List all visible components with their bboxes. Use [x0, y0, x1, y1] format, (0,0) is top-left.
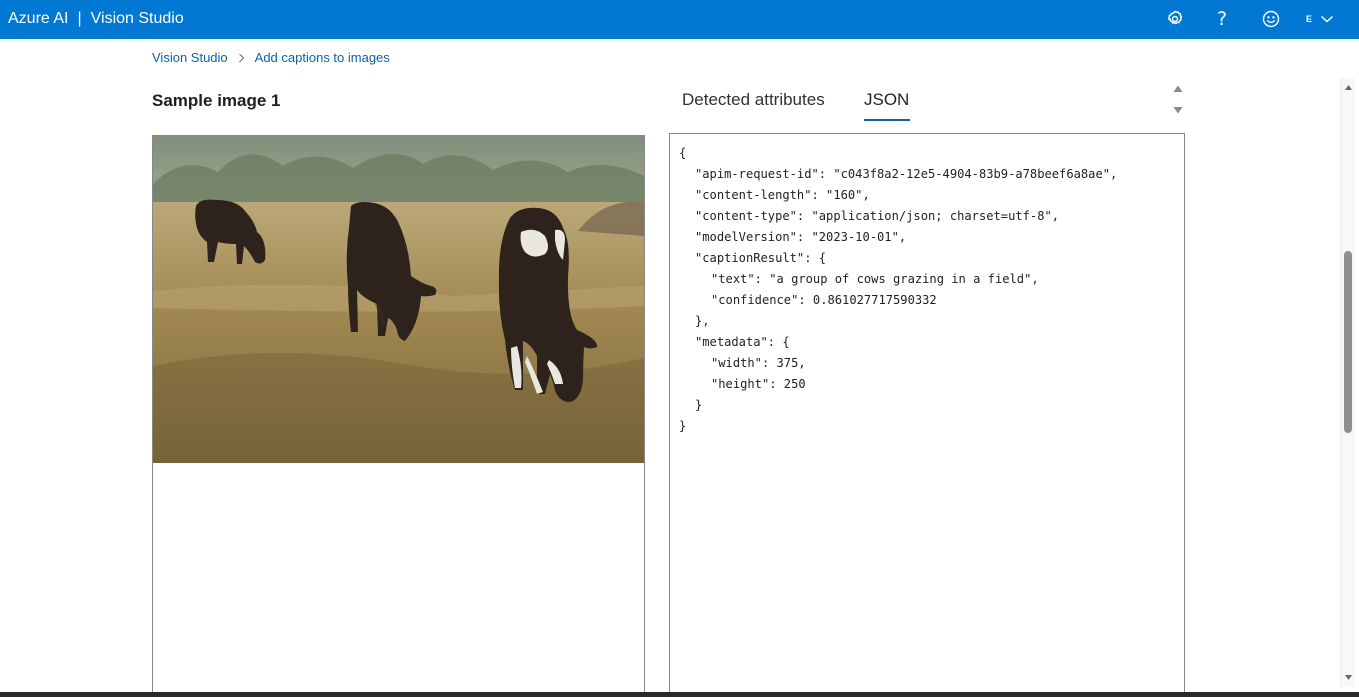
pane-scroll-down-arrow-icon[interactable]: [1172, 105, 1184, 115]
help-button[interactable]: ?: [1211, 8, 1233, 30]
scroll-up-icon[interactable]: [1344, 84, 1353, 91]
question-mark-icon: ?: [1216, 8, 1228, 30]
breadcrumb: Vision Studio Add captions to images: [152, 50, 390, 65]
json-line: "height": 250: [711, 377, 806, 391]
json-line: "content-length": "160",: [695, 188, 870, 202]
selected-tab-indicator: [864, 119, 910, 121]
image-title: Sample image 1: [152, 91, 281, 110]
json-line: "apim-request-id": "c043f8a2-12e5-4904-8…: [695, 167, 1118, 181]
scroll-down-icon[interactable]: [1344, 674, 1353, 681]
json-line: }: [679, 419, 687, 433]
image-panel: [152, 135, 645, 692]
json-line: "content-type": "application/json; chars…: [695, 209, 1060, 223]
scrollbar-thumb[interactable]: [1344, 251, 1352, 433]
brand-name: Azure AI: [8, 10, 69, 27]
json-output-panel[interactable]: { "apim-request-id": "c043f8a2-12e5-4904…: [669, 133, 1185, 692]
chevron-right-icon: [238, 53, 245, 63]
chevron-down-icon: [1321, 15, 1334, 23]
tab-detected-attributes[interactable]: Detected attributes: [682, 90, 825, 110]
json-line: }: [695, 398, 703, 412]
feedback-button[interactable]: [1260, 8, 1282, 30]
product-name: Vision Studio: [90, 10, 184, 27]
json-line: "metadata": {: [695, 335, 790, 349]
account-menu-button[interactable]: E: [1306, 8, 1334, 30]
json-text: { "apim-request-id": "c043f8a2-12e5-4904…: [679, 143, 1117, 437]
json-line: {: [679, 146, 687, 160]
sample-image-cows-grazing: [153, 136, 644, 463]
settings-button[interactable]: [1164, 8, 1186, 30]
breadcrumb-add-captions[interactable]: Add captions to images: [255, 50, 390, 65]
brand-separator: |: [77, 10, 82, 27]
tab-json[interactable]: JSON: [864, 90, 909, 110]
json-line: "modelVersion": "2023-10-01",: [695, 230, 907, 244]
json-line: "confidence": 0.861027717590332: [711, 293, 937, 307]
gear-icon: [1167, 10, 1183, 25]
json-line: },: [695, 314, 710, 328]
json-line: "captionResult": {: [695, 251, 827, 265]
smiley-icon: [1262, 10, 1280, 28]
pane-scroll-up-arrow-icon[interactable]: [1172, 84, 1184, 94]
json-line: "width": 375,: [711, 356, 806, 370]
breadcrumb-vision-studio[interactable]: Vision Studio: [152, 50, 228, 65]
product-brand[interactable]: Azure AI | Vision Studio: [8, 10, 184, 28]
vision-studio-window: Azure AI | Vision Studio ? E Vision Stud…: [0, 0, 1359, 697]
top-navigation-bar: Azure AI | Vision Studio ? E: [0, 0, 1359, 39]
json-line: "text": "a group of cows grazing in a fi…: [711, 272, 1039, 286]
page-scrollbar[interactable]: [1340, 78, 1355, 687]
account-initial: E: [1306, 14, 1313, 24]
